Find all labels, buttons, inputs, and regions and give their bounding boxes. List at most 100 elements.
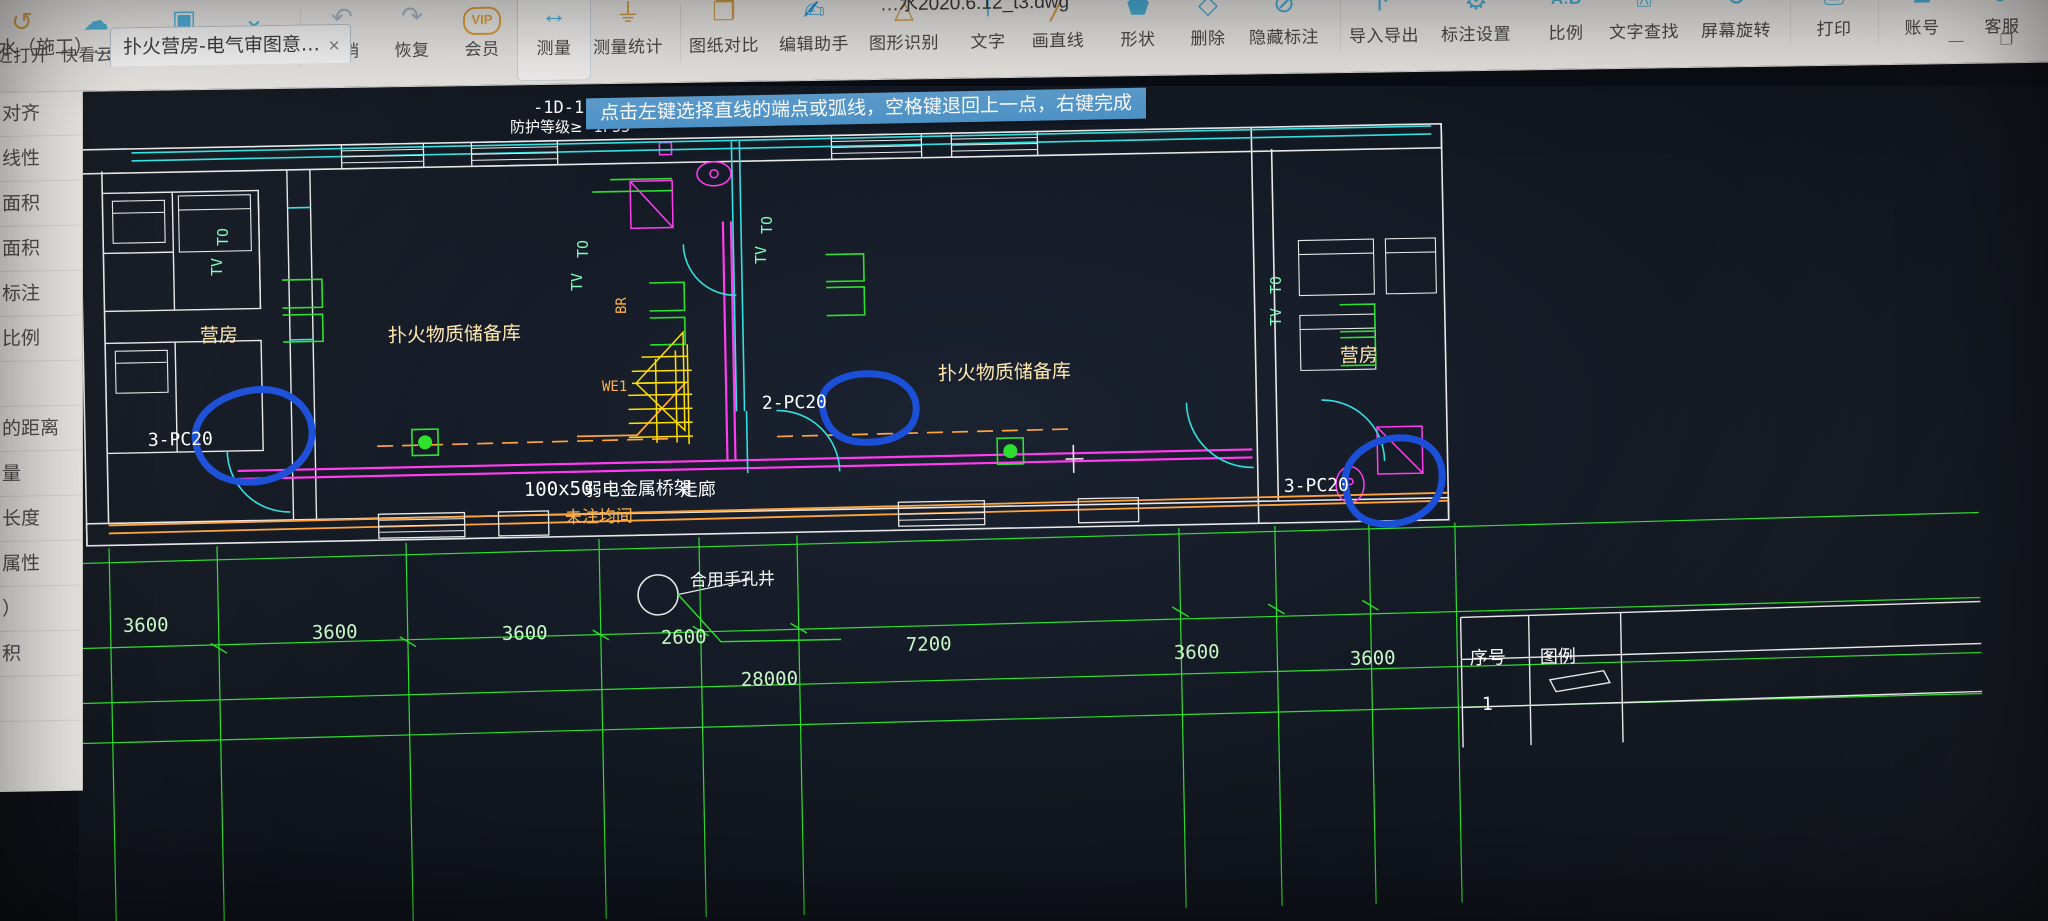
toolbar-separator	[1790, 0, 1791, 46]
scale-icon: A:B	[1530, 0, 1602, 19]
toolbar-button-import-export[interactable]: ↱ 导入导出	[1348, 0, 1420, 68]
tab-label: 扑火营房-电气审图意…	[123, 33, 320, 59]
annotation: BR	[614, 297, 630, 314]
annotation: TO	[214, 228, 232, 246]
room-label: 营房	[200, 324, 238, 347]
screen-rotate-icon: ↻	[1700, 0, 1772, 17]
shapes-icon: ⬟	[1126, 0, 1150, 21]
toolbar-label: 打印	[1816, 19, 1852, 41]
toolbar-label: 图形识别	[869, 33, 939, 55]
toolbar-label: 测量	[536, 38, 572, 60]
toolbar-button-compare[interactable]: ❐ 图纸对比	[688, 0, 760, 78]
toolbar-separator	[1340, 0, 1341, 53]
left-panel-item[interactable]: ）	[0, 585, 82, 632]
cad-canvas[interactable]: 营房 扑火物质储备库 扑火物质储备库 营房 3-PC20 2-PC20 3-PC…	[78, 86, 2048, 921]
circuit-label: 2-PC20	[762, 392, 827, 414]
toolbar-button-hide-annotation[interactable]: ⊘ 隐藏标注	[1248, 0, 1320, 69]
toolbar-label: 删除	[1190, 28, 1226, 50]
toolbar-label: 隐藏标注	[1249, 27, 1319, 49]
tab-document-2[interactable]: 扑火营房-电气审图意… ×	[110, 23, 352, 67]
room-label: 营房	[1340, 344, 1378, 367]
toolbar-label: 画直线	[1031, 30, 1085, 52]
annotation: 100x50	[524, 478, 593, 501]
toolbar-button-shapes[interactable]: ⬟ 形状	[1102, 0, 1174, 72]
left-panel-item[interactable]: 属性	[0, 540, 82, 587]
annotation: TV	[568, 273, 586, 291]
toolbar-button-measure[interactable]: ↔ 测量	[517, 0, 591, 82]
cad-text-layer: 营房 扑火物质储备库 扑火物质储备库 营房 3-PC20 2-PC20 3-PC…	[123, 98, 1576, 715]
dimension-label: 3600	[1174, 641, 1220, 664]
left-panel-item[interactable]: 面积	[0, 180, 82, 227]
toolbar-label: 测量统计	[593, 37, 663, 59]
toolbar-label: 会员	[464, 39, 500, 61]
edit-assistant-icon: ✍	[803, 0, 825, 26]
toolbar-label: 编辑助手	[779, 34, 849, 56]
left-panel-item[interactable]: 的距离	[0, 405, 82, 452]
left-panel-item[interactable]: 积	[0, 630, 82, 677]
room-label: 扑火物质储备库	[388, 322, 521, 347]
legend-header-cell: 序号	[1470, 647, 1506, 669]
toolbar-label: 屏幕旋转	[1701, 20, 1771, 42]
toolbar-label: 导入导出	[1349, 25, 1419, 47]
toolbar-button-measure-stats[interactable]: ⏚ 测量统计	[592, 0, 664, 79]
vip-icon: VIP	[446, 0, 518, 36]
toolbar-button-edit-assistant[interactable]: ✍ 编辑助手	[778, 0, 850, 76]
toolbar-separator	[680, 3, 681, 62]
toolbar-button-screen-rotate[interactable]: ↻ 屏幕旋转	[1700, 0, 1772, 63]
annotation: TO	[574, 240, 592, 258]
left-panel-item[interactable]	[0, 675, 82, 722]
support-headset-icon: ♿	[1966, 0, 2038, 13]
toolbar-label: 标注设置	[1441, 24, 1511, 46]
annotation: TO	[1267, 276, 1285, 294]
annotation: WE1	[602, 379, 627, 395]
app-window: 营房 扑火物质储备库 扑火物质储备库 营房 3-PC20 2-PC20 3-PC…	[0, 0, 2048, 921]
toolbar-label: 文字	[970, 32, 1006, 53]
circuit-label: 3-PC20	[148, 429, 213, 451]
close-icon[interactable]: ×	[328, 36, 341, 54]
left-panel-item[interactable]: 长度	[0, 495, 82, 542]
print-icon: ⎙	[1798, 0, 1870, 15]
annotation: 合用手孔井	[690, 569, 775, 591]
maximize-button[interactable]: ❐	[1990, 29, 2022, 52]
left-panel-item[interactable]: 对齐	[0, 90, 82, 137]
compare-drawings-icon: ❐	[712, 0, 736, 27]
left-panel-item[interactable]: 线性	[0, 135, 82, 182]
left-panel-item[interactable]: 比例	[0, 315, 82, 362]
dimension-label: 3600	[123, 614, 169, 637]
left-panel-item[interactable]: 面积	[0, 225, 82, 272]
dimension-label: 28000	[741, 668, 799, 691]
annotation: 弱电金属桥架	[584, 478, 692, 501]
dimension-label: 7200	[906, 633, 952, 656]
annotation: TV	[1267, 308, 1285, 326]
toolbar-button-scale[interactable]: A:B 比例	[1530, 0, 1602, 65]
minimize-button[interactable]: —	[1940, 30, 1972, 53]
toolbar-button-print[interactable]: ⎙ 打印	[1798, 0, 1870, 61]
toolbar-label: 比例	[1548, 23, 1584, 45]
annotation: 未注均间	[565, 507, 633, 528]
eraser-icon: ◇	[1198, 0, 1218, 20]
left-panel-item[interactable]: 量	[0, 450, 82, 497]
account-icon: ♟	[1886, 0, 1958, 14]
toolbar-label: 图纸对比	[689, 35, 759, 57]
toolbar-label: 形状	[1120, 29, 1156, 51]
measure-stats-icon: ⏚	[614, 0, 641, 28]
left-measure-panel[interactable]: 对齐 线性 面积 面积 标注 比例 的距离 量 长度 属性 ） 积	[0, 90, 83, 793]
window-controls: — ❐	[1926, 29, 2022, 53]
left-panel-item[interactable]: 标注	[0, 270, 82, 317]
measure-icon: ↔	[541, 0, 567, 29]
annotation: 走廊	[680, 479, 716, 501]
toolbar-button-vip[interactable]: VIP 会员	[446, 0, 518, 81]
toolbar-button-annotation-settings[interactable]: ⚙ 标注设置	[1440, 0, 1512, 67]
legend-header-cell: 图例	[1540, 646, 1576, 668]
cad-drawing: 营房 扑火物质储备库 扑火物质储备库 营房 3-PC20 2-PC20 3-PC…	[78, 98, 1983, 921]
left-panel-item[interactable]	[0, 360, 82, 407]
toolbar-button-text-search[interactable]: ⍓ 文字查找	[1608, 0, 1680, 64]
toolbar-separator	[1878, 0, 1879, 45]
toolbar-button-erase[interactable]: ◇ 删除	[1172, 0, 1244, 71]
import-export-icon: ↱	[1373, 0, 1395, 17]
annotation: TV	[208, 258, 226, 276]
dimension-label: 2600	[661, 626, 707, 649]
circuit-label: 3-PC20	[1284, 475, 1349, 497]
annotation: -1D-1	[533, 98, 584, 118]
dimension-label: 3600	[1350, 647, 1396, 670]
